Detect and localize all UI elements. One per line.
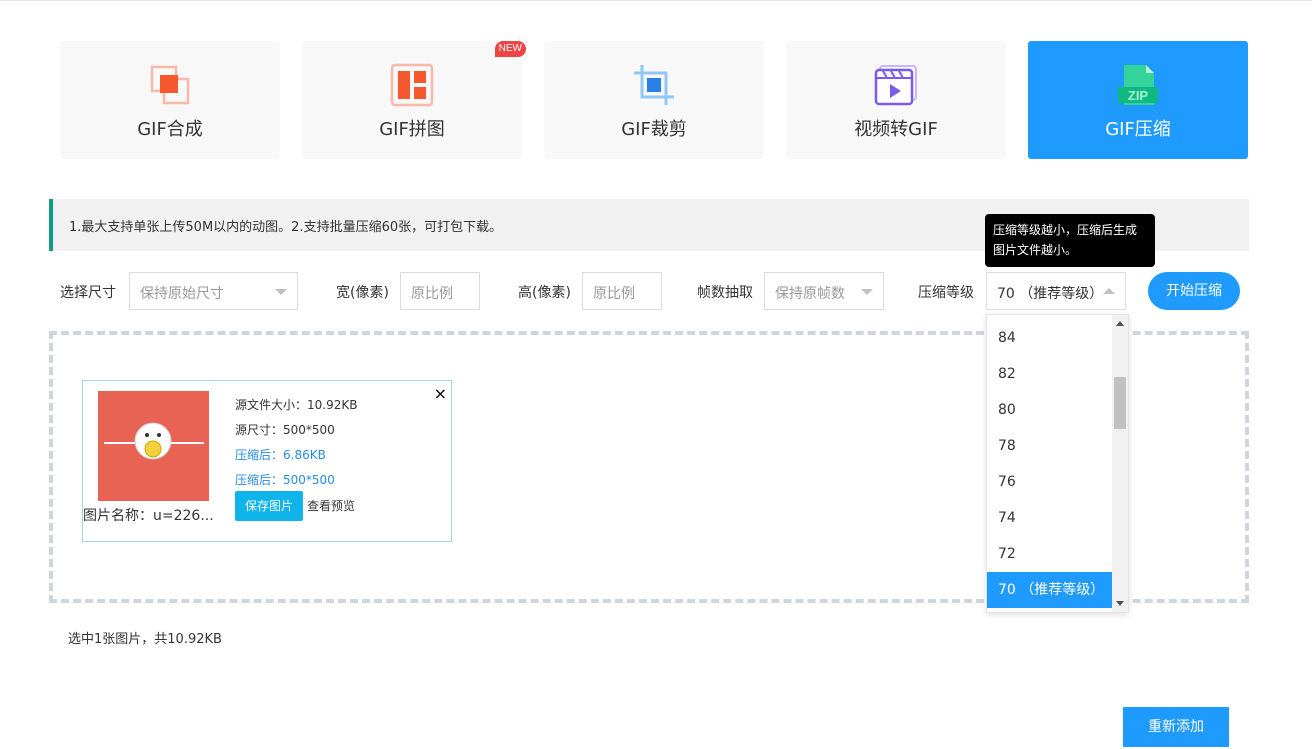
size-select[interactable]: 保持原始尺寸 <box>129 272 298 310</box>
size-select-value: 保持原始尺寸 <box>140 286 224 302</box>
gif-collage-icon <box>390 63 434 107</box>
height-input[interactable]: 原比例 <box>582 272 662 310</box>
level-label: 压缩等级 <box>918 285 974 301</box>
level-select[interactable]: 70 （推荐等级） <box>986 272 1126 310</box>
source-size: 源文件大小：10.92KB <box>235 398 358 412</box>
tooltip-line-1: 压缩等级越小，压缩后生成 <box>993 223 1138 237</box>
chevron-down-icon <box>275 289 287 295</box>
height-placeholder: 原比例 <box>593 286 635 302</box>
selection-summary: 选中1张图片，共10.92KB <box>68 632 222 647</box>
width-placeholder: 原比例 <box>411 286 453 302</box>
dropdown-option[interactable]: 82 <box>987 356 1113 392</box>
dropdown-option-selected[interactable]: 70 （推荐等级） <box>987 572 1113 608</box>
compressed-size: 压缩后：6.86KB <box>235 448 326 462</box>
level-tooltip: 压缩等级越小，压缩后生成 图片文件越小。 <box>985 214 1155 267</box>
source-dimensions: 源尺寸：500*500 <box>235 423 335 437</box>
frame-label: 帧数抽取 <box>697 285 753 301</box>
chevron-down-icon <box>861 289 873 295</box>
chevron-up-icon <box>1103 288 1115 294</box>
tab-label: 视频转GIF <box>854 119 938 140</box>
dropdown-scrollbar[interactable] <box>1112 315 1128 612</box>
gif-merge-icon <box>150 65 190 105</box>
file-card: × 源文件大小：10.92KB 源尺寸：500*500 压缩后：6.86KB 压… <box>82 380 452 542</box>
dropdown-option[interactable]: 74 <box>987 500 1113 536</box>
size-label: 选择尺寸 <box>60 285 116 301</box>
start-compress-button[interactable]: 开始压缩 <box>1148 272 1240 310</box>
tab-gif-merge[interactable]: GIF合成 <box>60 41 280 159</box>
new-badge: NEW <box>494 41 526 57</box>
tab-label: GIF裁剪 <box>621 119 687 140</box>
tab-gif-compress[interactable]: ZIP GIF压缩 <box>1028 41 1248 159</box>
close-icon[interactable]: × <box>434 385 447 403</box>
scroll-down-arrow-icon[interactable] <box>1116 601 1124 606</box>
dropdown-option[interactable]: 76 <box>987 464 1113 500</box>
notice-text: 1.最大支持单张上传50M以内的动图。2.支持批量压缩60张，可打包下载。 <box>69 220 503 235</box>
dropdown-option[interactable]: 72 <box>987 536 1113 572</box>
tooltip-line-2: 图片文件越小。 <box>993 243 1078 257</box>
tab-label: GIF拼图 <box>379 119 445 140</box>
tab-gif-crop[interactable]: GIF裁剪 <box>544 41 764 159</box>
tab-gif-collage[interactable]: GIF拼图 NEW <box>302 41 526 159</box>
frame-select[interactable]: 保持原帧数 <box>764 272 884 310</box>
tab-label: GIF压缩 <box>1105 119 1171 140</box>
height-label: 高(像素) <box>518 285 571 301</box>
dropdown-option[interactable]: 84 <box>987 320 1113 356</box>
svg-text:ZIP: ZIP <box>1128 88 1149 103</box>
tab-label: GIF合成 <box>137 119 203 140</box>
tab-video-to-gif[interactable]: 视频转GIF <box>786 41 1006 159</box>
dropdown-option[interactable]: 80 <box>987 392 1113 428</box>
re-add-button[interactable]: 重新添加 <box>1123 707 1229 747</box>
chick-image <box>104 422 204 460</box>
level-dropdown-list[interactable]: 84 82 80 78 76 74 72 70 （推荐等级） <box>986 314 1129 613</box>
preview-link[interactable]: 查看预览 <box>307 497 355 514</box>
crop-icon <box>634 65 674 105</box>
file-name: 图片名称：u=226... <box>83 508 214 524</box>
gif-thumbnail <box>98 391 209 501</box>
zip-icon: ZIP <box>1118 65 1158 105</box>
width-input[interactable]: 原比例 <box>400 272 480 310</box>
width-label: 宽(像素) <box>336 285 389 301</box>
save-image-button[interactable]: 保存图片 <box>235 491 303 521</box>
dropdown-option[interactable]: 78 <box>987 428 1113 464</box>
frame-select-value: 保持原帧数 <box>775 286 845 302</box>
compressed-dimensions: 压缩后：500*500 <box>235 473 335 487</box>
scroll-up-arrow-icon[interactable] <box>1116 321 1124 326</box>
scrollbar-thumb[interactable] <box>1114 377 1126 429</box>
video-icon <box>874 65 917 106</box>
level-select-value: 70 （推荐等级） <box>997 286 1104 302</box>
